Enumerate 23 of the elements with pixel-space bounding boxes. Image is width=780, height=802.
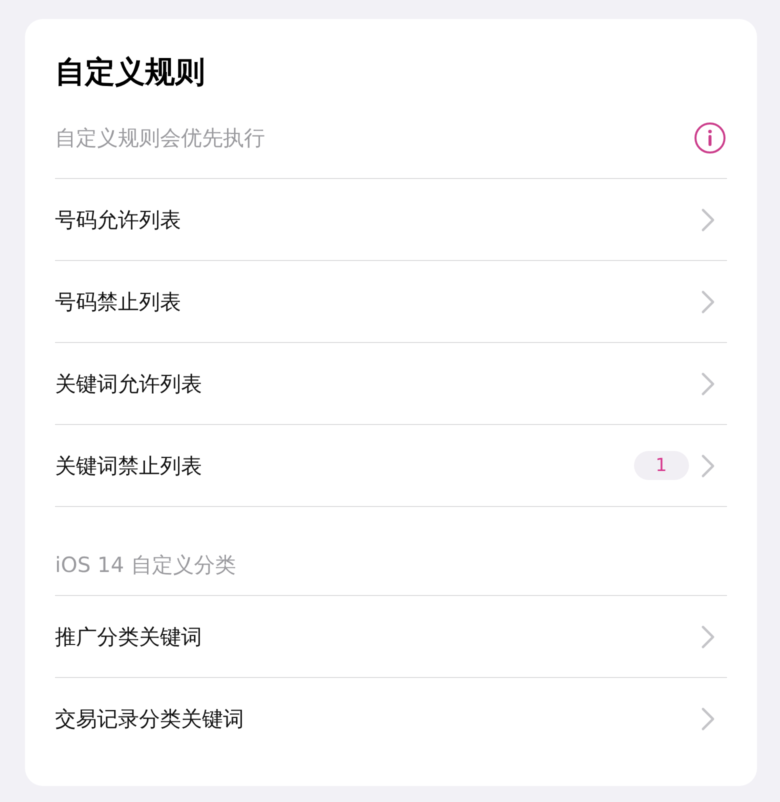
chevron-icon — [701, 372, 715, 396]
info-icon[interactable] — [694, 122, 726, 154]
list-row[interactable]: 号码允许列表 — [55, 179, 727, 261]
row-label: 交易记录分类关键词 — [55, 706, 245, 732]
chevron-icon — [701, 706, 715, 730]
card-title: 自定义规则 — [55, 54, 206, 92]
chevron-icon — [701, 624, 715, 648]
section-header: 自定义规则会优先执行 — [55, 125, 265, 152]
list-row[interactable]: 交易记录分类关键词 — [55, 678, 727, 759]
row-label: 推广分类关键词 — [55, 624, 203, 650]
chevron-icon — [701, 208, 715, 232]
chevron-icon — [701, 454, 715, 478]
chevron-icon — [701, 290, 715, 314]
list-row[interactable]: 关键词允许列表 — [55, 343, 727, 425]
list-row[interactable]: 关键词禁止列表 1 — [55, 425, 727, 507]
row-label: 号码禁止列表 — [55, 288, 182, 316]
row-label: 关键词禁止列表 — [55, 452, 203, 480]
list-row[interactable]: 推广分类关键词 — [55, 596, 727, 678]
row-label: 关键词允许列表 — [55, 370, 203, 398]
count-badge: 1 — [634, 451, 689, 480]
list-row[interactable]: 号码禁止列表 — [55, 261, 727, 343]
row-label: 号码允许列表 — [55, 206, 182, 234]
section-header: iOS 14 自定义分类 — [55, 552, 236, 579]
